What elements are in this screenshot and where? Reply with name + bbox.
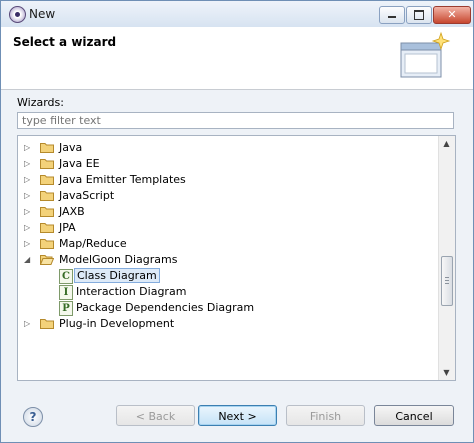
tree-item-label: Map/Reduce bbox=[59, 237, 127, 250]
tree-item-label: Plug-in Development bbox=[59, 317, 175, 330]
tree-item-java-emitter-templates[interactable]: ▷ Java Emitter Templates bbox=[18, 172, 438, 188]
wizard-banner: Select a wizard bbox=[1, 27, 473, 90]
tree-item-label: JavaScript bbox=[59, 189, 115, 202]
folder-icon bbox=[40, 239, 54, 249]
folder-icon bbox=[40, 143, 54, 153]
tree-item-label: Package Dependencies Diagram bbox=[76, 301, 255, 314]
tree-item-plug-in-development[interactable]: ▷ Plug-in Development bbox=[18, 316, 438, 332]
close-icon: ✕ bbox=[447, 8, 457, 21]
scroll-up-arrow-icon[interactable]: ▲ bbox=[441, 139, 452, 148]
wizard-tree[interactable]: ▷ Java ▷ Java EE ▷ Java Emitter Template… bbox=[17, 135, 456, 381]
tree-item-jaxb[interactable]: ▷ JAXB bbox=[18, 204, 438, 220]
tree-item-interaction-diagram[interactable]: I Interaction Diagram bbox=[18, 284, 438, 300]
expand-arrow-icon[interactable]: ▷ bbox=[24, 191, 33, 200]
folder-icon bbox=[40, 319, 54, 329]
scroll-down-arrow-icon[interactable]: ▼ bbox=[441, 368, 452, 377]
tree-item-javascript[interactable]: ▷ JavaScript bbox=[18, 188, 438, 204]
tree-item-java[interactable]: ▷ Java bbox=[18, 140, 438, 156]
wizards-label: Wizards: bbox=[17, 96, 64, 109]
tree-item-modelgoon-diagrams[interactable]: ◢ ModelGoon Diagrams bbox=[18, 252, 438, 268]
folder-icon bbox=[40, 159, 54, 169]
interaction-diagram-icon: I bbox=[59, 285, 73, 300]
expand-arrow-icon[interactable]: ▷ bbox=[24, 207, 33, 216]
tree-scrollbar[interactable]: ▲ ▼ bbox=[438, 136, 455, 380]
tree-item-label: Java EE bbox=[59, 157, 100, 170]
window-title: New bbox=[29, 7, 56, 21]
tree-item-java-ee[interactable]: ▷ Java EE bbox=[18, 156, 438, 172]
cancel-button[interactable]: Cancel bbox=[374, 405, 454, 426]
folder-icon bbox=[40, 223, 54, 233]
package-dependencies-diagram-icon: P bbox=[59, 301, 73, 316]
folder-icon bbox=[40, 191, 54, 201]
tree-item-label: Interaction Diagram bbox=[76, 285, 187, 298]
open-folder-icon bbox=[40, 255, 54, 265]
filter-input[interactable] bbox=[17, 112, 454, 129]
banner-title: Select a wizard bbox=[13, 35, 117, 49]
minimize-button[interactable] bbox=[379, 6, 405, 24]
next-button[interactable]: Next > bbox=[198, 405, 277, 426]
finish-button[interactable]: Finish bbox=[286, 405, 365, 426]
expand-arrow-icon[interactable]: ▷ bbox=[24, 143, 33, 152]
expand-arrow-icon[interactable]: ▷ bbox=[24, 159, 33, 168]
eclipse-app-icon bbox=[9, 6, 26, 23]
tree-item-class-diagram[interactable]: C Class Diagram bbox=[18, 268, 438, 284]
tree-item-jpa[interactable]: ▷ JPA bbox=[18, 220, 438, 236]
title-bar[interactable]: New ✕ bbox=[1, 1, 473, 27]
tree-item-label: JPA bbox=[59, 221, 76, 234]
expand-arrow-icon[interactable]: ▷ bbox=[24, 223, 33, 232]
class-diagram-icon: C bbox=[59, 269, 73, 284]
new-wizard-graphic-icon bbox=[400, 31, 451, 78]
folder-icon bbox=[40, 175, 54, 185]
back-button[interactable]: < Back bbox=[116, 405, 195, 426]
tree-item-label: Java bbox=[59, 141, 83, 154]
expand-arrow-icon[interactable]: ▷ bbox=[24, 175, 33, 184]
expand-arrow-icon[interactable]: ▷ bbox=[24, 239, 33, 248]
scrollbar-thumb[interactable] bbox=[441, 256, 453, 306]
close-button[interactable]: ✕ bbox=[433, 6, 471, 24]
minimize-icon bbox=[388, 16, 396, 18]
tree-item-label: Class Diagram bbox=[74, 268, 160, 283]
tree-item-package-dependencies-diagram[interactable]: P Package Dependencies Diagram bbox=[18, 300, 438, 316]
help-icon[interactable]: ? bbox=[23, 407, 43, 427]
maximize-button[interactable] bbox=[406, 6, 432, 24]
expand-arrow-icon[interactable]: ▷ bbox=[24, 319, 33, 328]
collapse-arrow-icon[interactable]: ◢ bbox=[24, 255, 33, 264]
tree-item-label: ModelGoon Diagrams bbox=[59, 253, 178, 266]
folder-icon bbox=[40, 207, 54, 217]
new-wizard-dialog: New ✕ Select a wizard Wizards: ▷ Java ▷ … bbox=[0, 0, 474, 443]
tree-item-map-reduce[interactable]: ▷ Map/Reduce bbox=[18, 236, 438, 252]
tree-item-label: JAXB bbox=[59, 205, 85, 218]
dialog-footer: ? < Back Next > Finish Cancel bbox=[1, 390, 473, 442]
tree-item-label: Java Emitter Templates bbox=[59, 173, 186, 186]
wizard-content: Wizards: ▷ Java ▷ Java EE ▷ Java Emitter… bbox=[1, 90, 473, 390]
maximize-icon bbox=[414, 10, 424, 20]
